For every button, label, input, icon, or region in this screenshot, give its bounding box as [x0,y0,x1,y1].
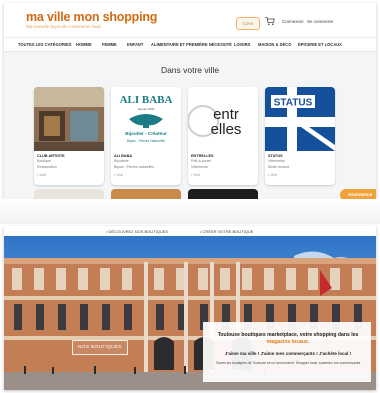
shop-visit-link[interactable]: • Visit [191,173,200,177]
shop-name: CLUB ARTISTE [37,154,65,158]
create-shop-link[interactable]: • CRÉER VOTRE BOUTIQUE [200,229,253,234]
shop-card[interactable]: STATUS STATUS Vêtements Mode homme • Vis… [265,87,335,185]
assistance-button[interactable]: Assistance [340,189,376,199]
hero-slogan: J'aime ma ville ! J'aime mes commerçants… [224,351,352,356]
section-title: Dans votre ville [160,65,220,75]
nav-item-homme[interactable]: HOMME [76,42,92,47]
screenshot-separator [0,199,380,224]
shop-card[interactable]: CLUB ARTISTE Boutique Restauration • Vis… [34,87,104,185]
shop-subcategory: Mode homme [268,165,290,169]
shop-name: STATUS [268,154,283,158]
nav-item-enfant[interactable]: ENFANT [127,42,143,47]
hero-description: Toutes les boutiques de Toulouse en un s… [215,361,361,365]
entrelles-logo-word-2: elles [211,121,242,138]
status-logo: STATUS [265,87,335,151]
shop-card-partial[interactable] [111,189,181,199]
shop-category: Bijouterie [114,159,129,163]
shop-visit-link[interactable]: • Visit [37,173,46,177]
site-tagline: Ma nouvelle façon de consommer local [26,24,101,29]
shop-card-partial[interactable] [34,189,104,199]
nav-item-alimentaire[interactable]: ALIMENTAIRE ET PREMIÈRE NÉCESSITÉ [151,42,232,47]
shop-card[interactable]: ALI BABA depuis 1994 Bijoutier - Créateu… [111,87,181,185]
ali-baba-logo-title: ALI BABA [120,94,173,106]
hero-headline: Toulouse boutiques marketplace, votre sh… [217,332,359,338]
shop-visit-link[interactable]: • Visit [114,173,123,177]
shop-subcategory: Vêtements [191,165,208,169]
header-link-connexion[interactable]: Connexion [282,19,304,24]
site-hero-screen: • DÉCOUVREZ NOS BOUTIQUES • CRÉER VOTRE … [4,226,376,390]
shop-category: Boutique [37,159,51,163]
category-nav: TOUTES LES CATÉGORIES HOMME FEMME ENFANT… [4,37,376,52]
shop-visit-link[interactable]: • Visit [268,173,277,177]
shop-category: Vêtements [268,159,285,163]
entrelles-logo: entr elles [188,87,258,151]
ali-baba-logo-since: depuis 1994 [138,107,155,111]
shop-subcategory: Restauration [37,165,57,169]
shop-photo [34,87,104,151]
ali-baba-logo: ALI BABA depuis 1994 Bijoutier - Créateu… [111,87,181,151]
discover-shops-link[interactable]: • DÉCOUVREZ NOS BOUTIQUES [106,229,168,234]
hero-headline-accent: magasins locaux. [266,339,310,345]
ali-baba-logo-subtitle-2: Bijoux - Pierres Naturelles [127,139,165,143]
header-link-se-connecter[interactable]: Se connecter [307,19,334,24]
shop-name: ENTRELLES [191,154,214,158]
ali-baba-logo-subtitle: Bijoutier - Créateur [125,131,167,136]
site-logo[interactable]: ma ville mon shopping [26,10,157,24]
nav-item-femme[interactable]: FEMME [102,42,117,47]
nav-item-epicerie[interactable]: ÉPICERIE ET LOCAUX [298,42,342,47]
nav-item-maison[interactable]: MAISON & DÉCO [258,42,291,47]
hero-info-box: Toulouse boutiques marketplace, votre sh… [203,322,371,382]
shop-card[interactable]: entr elles ENTRELLES Prêt-à-porter Vêtem… [188,87,258,185]
site-header: ma ville mon shopping Ma nouvelle façon … [4,3,376,37]
shop-card-partial[interactable] [188,189,258,199]
status-logo-text: STATUS [274,98,313,109]
login-button[interactable]: Conn [236,17,260,30]
hero-topbar: • DÉCOUVREZ NOS BOUTIQUES • CRÉER VOTRE … [4,226,376,236]
cart-icon[interactable] [265,16,275,26]
shop-category: Prêt-à-porter [191,159,211,163]
shop-subcategory: Bijoux - Pierres naturelles [114,165,154,169]
our-shops-button[interactable]: NOS BOUTIQUES [72,340,128,355]
nav-item-loisirs[interactable]: LOISIRS [234,42,250,47]
site-listing-screen: ma ville mon shopping Ma nouvelle façon … [4,3,376,199]
shop-name: ALI BABA [114,154,133,158]
nav-item-all[interactable]: TOUTES LES CATÉGORIES [18,42,72,47]
